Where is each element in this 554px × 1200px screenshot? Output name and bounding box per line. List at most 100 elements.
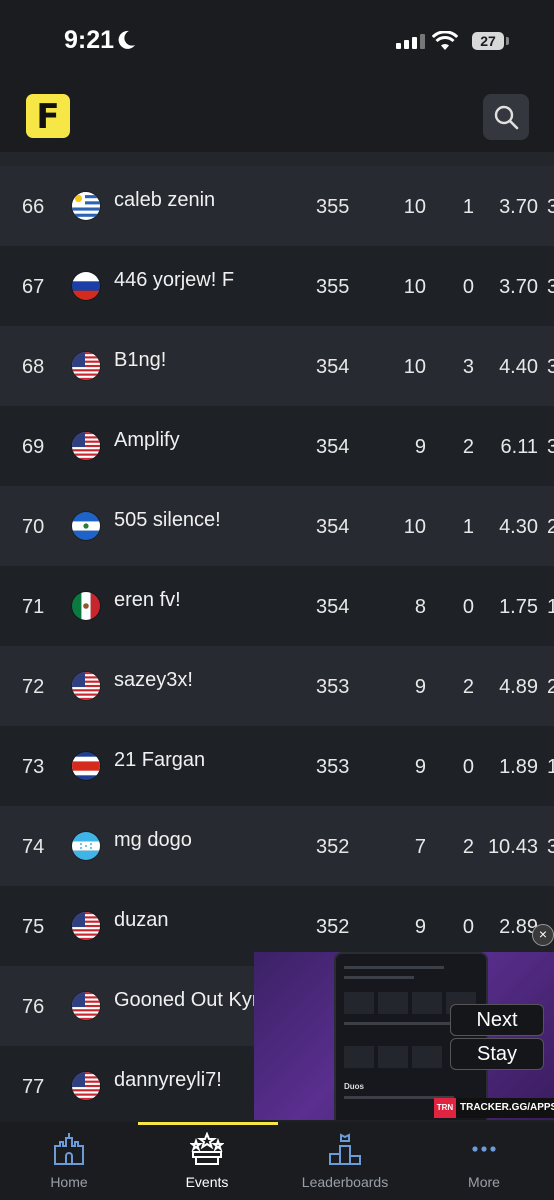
row-kd: 4.89	[499, 676, 538, 698]
player-name[interactable]: B1ng!	[114, 349, 166, 372]
row-elims: 0	[462, 276, 474, 298]
status-bar: 9:21 27	[0, 0, 554, 82]
player-name[interactable]: Gooned Out Kyr	[114, 989, 259, 1012]
fortnite-logo[interactable]: F	[26, 94, 70, 138]
nav-leaderboards-label: Leaderboards	[301, 1174, 389, 1190]
row-elims: 1	[462, 196, 474, 218]
row-kd: 1.75	[499, 596, 538, 618]
ad-stay-button[interactable]: Stay	[450, 1038, 544, 1070]
row-rank: 74	[22, 836, 45, 858]
player-name[interactable]: mg dogo	[114, 829, 192, 852]
nav-events-label: Events	[185, 1174, 229, 1190]
row-rank: 75	[22, 916, 45, 938]
country-flag-usa	[72, 1072, 100, 1100]
wifi-icon	[431, 30, 459, 56]
leaderboard-row[interactable]: 72 sazey3x! 353 9 2 4.89 2	[0, 646, 554, 726]
castle-icon	[54, 1133, 84, 1165]
ad-next-button[interactable]: Next	[450, 1004, 544, 1036]
nav-more-label: More	[468, 1174, 500, 1190]
row-points: 354	[316, 516, 350, 538]
row-points: 353	[316, 676, 350, 698]
player-name[interactable]: 446 yorjew! F	[114, 269, 234, 292]
battery-icon: 27	[472, 32, 504, 50]
leaderboard-row[interactable]: 68 B1ng! 354 10 3 4.40 3	[0, 326, 554, 406]
ad-brand-link[interactable]: TRN TRACKER.GG/APPS	[434, 1098, 554, 1118]
player-name[interactable]: Amplify	[114, 429, 180, 452]
nav-events[interactable]: Events	[138, 1132, 276, 1190]
row-elims: 1	[462, 516, 474, 538]
row-elims: 0	[462, 756, 474, 778]
row-kd: 3.70	[499, 276, 538, 298]
row-rank: 67	[22, 276, 45, 298]
country-flag-russia	[72, 272, 100, 300]
row-points: 353	[316, 756, 350, 778]
row-kd: 1.89	[499, 756, 538, 778]
player-name[interactable]: caleb zenin	[114, 189, 215, 212]
leaderboard-row[interactable]: 66 caleb zenin 355 10 1 3.70 3	[0, 166, 554, 246]
row-kd: 6.11	[500, 436, 538, 458]
row-extra: 3	[547, 276, 554, 298]
row-kd: 2.89	[499, 916, 538, 938]
podium-stars-icon	[190, 1132, 224, 1165]
row-rank: 71	[22, 596, 45, 618]
row-points: 355	[316, 196, 350, 218]
status-time: 9:21	[64, 26, 115, 54]
leaderboard-row[interactable]: 67 446 yorjew! F 355 10 0 3.70 3	[0, 246, 554, 326]
leaderboard-row[interactable]: 69 Amplify 354 9 2 6.11 3	[0, 406, 554, 486]
search-button[interactable]	[483, 94, 529, 140]
nav-more[interactable]: More	[414, 1132, 554, 1190]
row-kd: 10.43	[487, 836, 538, 858]
nav-home-label: Home	[50, 1174, 88, 1190]
country-flag-mexico	[72, 592, 100, 620]
row-rank: 76	[22, 996, 45, 1018]
trn-badge: TRN	[434, 1098, 456, 1118]
ad-phone-preview: Duos	[334, 952, 488, 1120]
more-dots-icon	[472, 1146, 496, 1152]
player-name[interactable]: dannyreyli7!	[114, 1069, 222, 1092]
leaderboard-row[interactable]: 70 505 silence! 354 10 1 4.30 2	[0, 486, 554, 566]
row-kd: 4.30	[499, 516, 538, 538]
row-elims: 2	[462, 676, 474, 698]
player-name[interactable]: 505 silence!	[114, 509, 221, 532]
country-flag-honduras	[72, 832, 100, 860]
country-flag-usa	[72, 352, 100, 380]
nav-leaderboards[interactable]: Leaderboards	[276, 1132, 414, 1190]
player-name[interactable]: 21 Fargan	[114, 749, 205, 772]
leaderboard-row[interactable]: 74 mg dogo 352 7 2 10.43 3	[0, 806, 554, 886]
ad-close-button[interactable]: ×	[532, 924, 554, 946]
row-extra: 1	[547, 756, 554, 778]
row-rank: 68	[22, 356, 45, 378]
leaderboard-row[interactable]: 71 eren fv! 354 8 0 1.75 1	[0, 566, 554, 646]
country-flag-costa-rica	[72, 752, 100, 780]
row-points: 352	[316, 916, 350, 938]
cellular-signal-icon	[396, 34, 425, 49]
row-elims: 0	[462, 596, 474, 618]
row-extra: 1	[547, 596, 554, 618]
row-points: 354	[316, 596, 350, 618]
nav-home[interactable]: Home	[0, 1132, 138, 1190]
country-flag-usa	[72, 992, 100, 1020]
row-elims: 3	[462, 356, 474, 378]
moon-icon	[118, 30, 136, 55]
row-rank: 69	[22, 436, 45, 458]
row-elims: 2	[462, 836, 474, 858]
row-points: 355	[316, 276, 350, 298]
row-extra: 3	[547, 436, 554, 458]
ad-duos-label: Duos	[344, 1082, 364, 1091]
player-name[interactable]: eren fv!	[114, 589, 181, 612]
row-wins: 10	[403, 196, 426, 218]
battery-tip	[506, 37, 509, 45]
row-extra: 2	[547, 516, 554, 538]
ad-banner[interactable]: Duos Next Stay TRN TRACKER.GG/APPS	[254, 952, 554, 1120]
player-name[interactable]: duzan	[114, 909, 169, 932]
leaderboard-row[interactable]: 73 21 Fargan 353 9 0 1.89 1	[0, 726, 554, 806]
row-rank: 73	[22, 756, 45, 778]
bottom-nav: Home Events Leaderboards More	[0, 1122, 554, 1200]
player-name[interactable]: sazey3x!	[114, 669, 193, 692]
leaderboard-icon	[329, 1133, 361, 1165]
row-wins: 9	[414, 756, 426, 778]
search-icon	[494, 105, 519, 130]
country-flag-usa	[72, 912, 100, 940]
country-flag-nicaragua	[72, 512, 100, 540]
row-elims: 2	[462, 436, 474, 458]
